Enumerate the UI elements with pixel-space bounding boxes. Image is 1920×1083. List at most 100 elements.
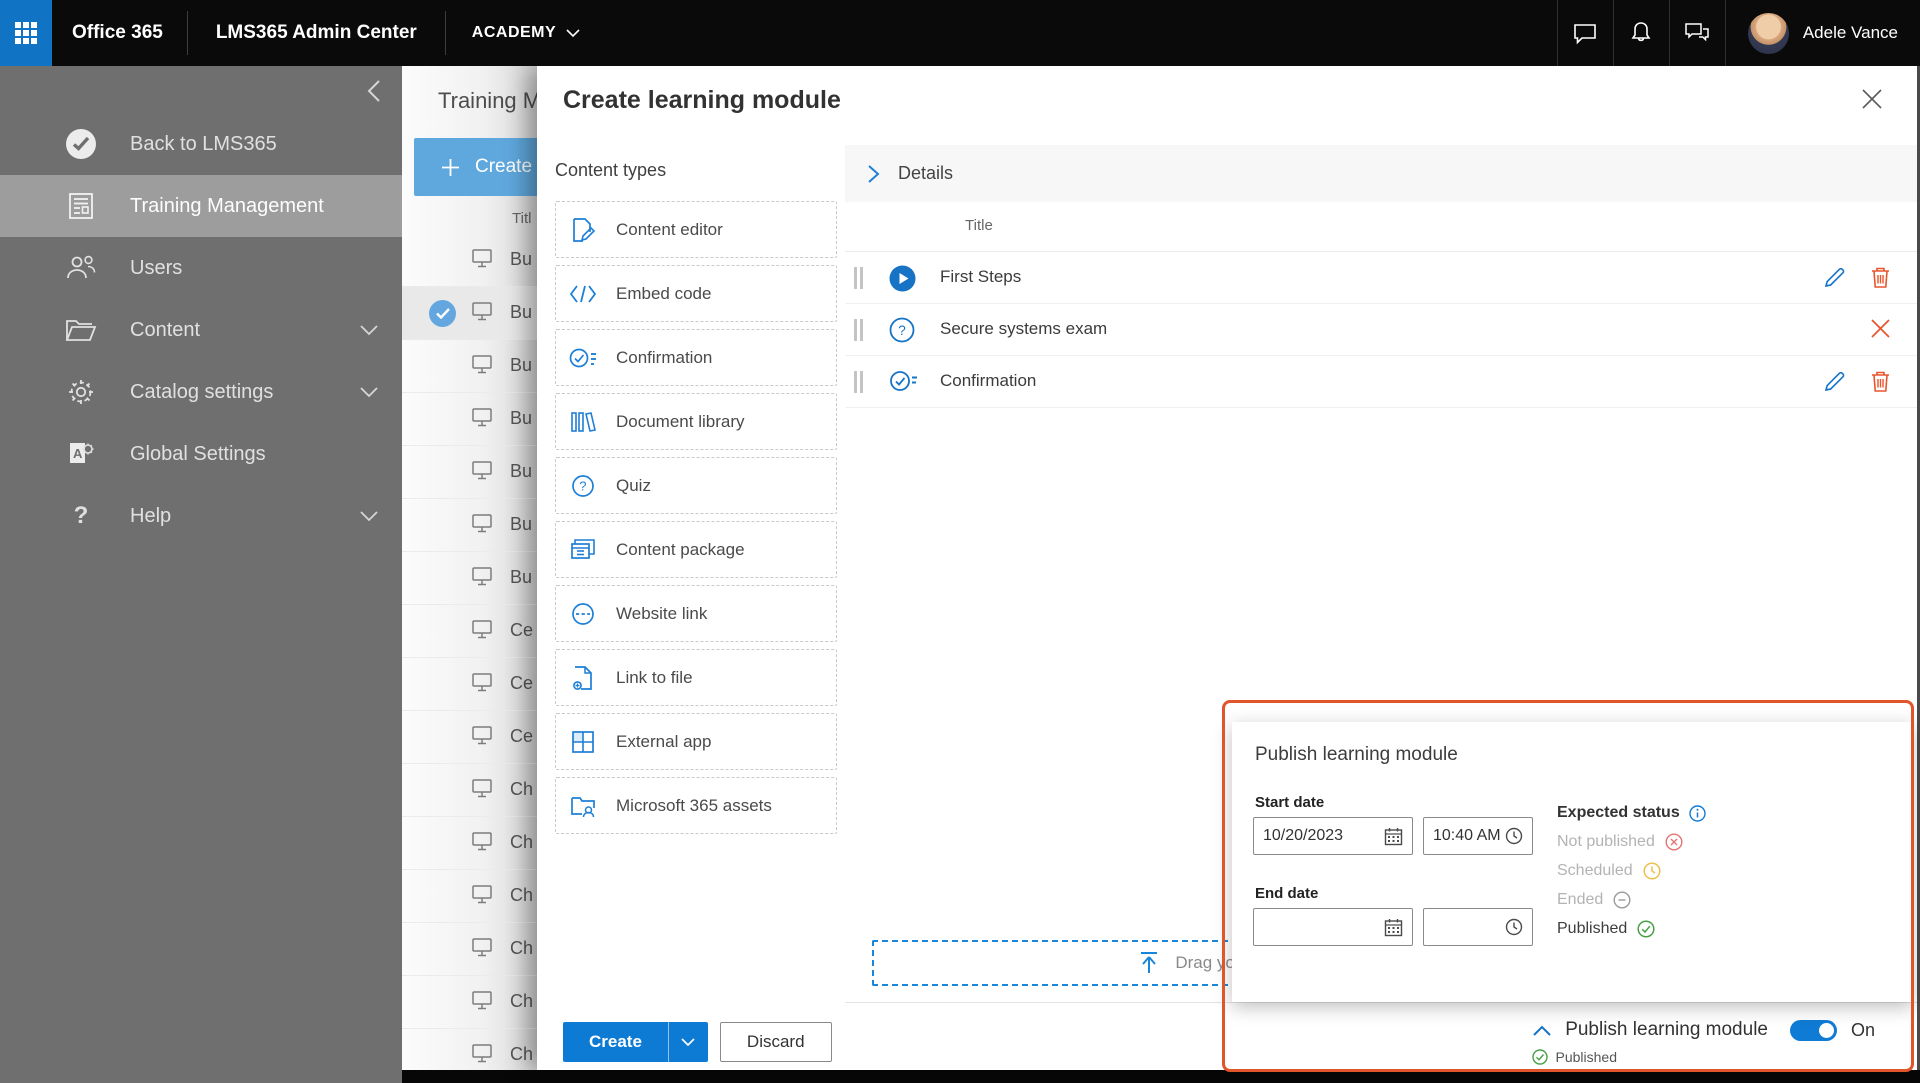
table-row[interactable]: Ch (402, 976, 537, 1029)
content-type-m365-assets[interactable]: Microsoft 365 assets (555, 777, 837, 834)
embed-code-icon (569, 284, 597, 304)
status-ended: Ended (1557, 891, 1706, 909)
edit-icon[interactable] (1823, 266, 1846, 289)
user-menu[interactable]: Adele Vance (1724, 0, 1920, 66)
table-row[interactable]: Bu (402, 499, 537, 552)
drag-handle[interactable] (854, 371, 863, 393)
toggle-state-label: On (1850, 1019, 1875, 1040)
publish-toggle[interactable] (1789, 1019, 1837, 1041)
page-title: Training M (438, 88, 537, 113)
table-row[interactable]: Bu (402, 234, 537, 287)
module-item-row[interactable]: First Steps (845, 252, 1917, 304)
delete-icon[interactable] (1870, 266, 1891, 289)
content-type-content-package[interactable]: Content package (555, 521, 837, 578)
sidebar-item-help[interactable]: ? Help (0, 485, 402, 547)
table-row[interactable]: Ch (402, 764, 537, 817)
content-type-quiz[interactable]: ? Quiz (555, 457, 837, 514)
office365-home-link[interactable]: Office 365 (52, 22, 187, 44)
content-type-confirmation[interactable]: Confirmation (555, 329, 837, 386)
publish-learning-module-card: Publish learning module Start date 10/20… (1232, 722, 1913, 1002)
start-time-input[interactable]: 10:40 AM (1423, 817, 1533, 855)
sidebar-collapse-button[interactable] (364, 78, 384, 104)
create-training-button[interactable]: Create tra (414, 138, 537, 196)
create-split-button[interactable]: Create (563, 1022, 708, 1062)
notifications-button[interactable] (1612, 0, 1669, 66)
table-row[interactable]: Bu (402, 340, 537, 393)
row-actions (1823, 370, 1891, 393)
tenant-dropdown[interactable]: ACADEMY (446, 24, 592, 42)
published-status: Published (1531, 1049, 1617, 1065)
app-launcher-button[interactable] (0, 0, 52, 66)
content-type-document-library[interactable]: Document library (555, 393, 837, 450)
table-row[interactable]: Ch (402, 817, 537, 870)
table-row[interactable]: Ch (402, 923, 537, 976)
feedback-button[interactable] (1668, 0, 1725, 66)
table-row-selected[interactable]: Bu (402, 287, 537, 340)
confirmation-check-icon (889, 369, 917, 393)
remove-x-icon[interactable] (1870, 318, 1891, 339)
monitor-icon (472, 1044, 492, 1063)
table-row[interactable]: Bu (402, 393, 537, 446)
calendar-icon[interactable] (1384, 827, 1403, 846)
discard-button[interactable]: Discard (719, 1022, 832, 1062)
create-dropdown-button[interactable] (667, 1022, 708, 1062)
content-types-list: Content editor Embed code Confirmation D… (555, 201, 837, 834)
table-row[interactable]: Ce (402, 711, 537, 764)
sidebar-item-global-settings[interactable]: A Global Settings (0, 423, 402, 485)
chat-button[interactable] (1556, 0, 1613, 66)
start-date-label: Start date (1255, 794, 1325, 811)
module-item-title: Secure systems exam (940, 319, 1108, 338)
content-type-link-to-file[interactable]: Link to file (555, 649, 837, 706)
sidebar-item-catalog-settings[interactable]: Catalog settings (0, 361, 402, 423)
end-date-input[interactable] (1253, 908, 1413, 946)
clock-icon[interactable] (1505, 827, 1523, 845)
content-type-embed-code[interactable]: Embed code (555, 265, 837, 322)
create-button[interactable]: Create (563, 1022, 668, 1062)
module-item-title: First Steps (940, 267, 1022, 286)
drag-handle[interactable] (854, 267, 863, 289)
table-row[interactable]: Ch (402, 1029, 537, 1070)
content-type-website-link[interactable]: Website link (555, 585, 837, 642)
sidebar-item-label: Content (130, 318, 201, 341)
sidebar-item-label: Users (130, 256, 183, 279)
details-table-header: Title (845, 202, 1917, 252)
modal-title: Create learning module (563, 86, 841, 114)
info-icon[interactable] (1689, 804, 1706, 822)
table-row[interactable]: Ce (402, 605, 537, 658)
sidebar-nav: Back to LMS365 Training Management Users… (0, 113, 402, 547)
chevron-down-icon (360, 510, 378, 522)
sidebar-item-back-to-lms365[interactable]: Back to LMS365 (0, 113, 402, 175)
svg-text:?: ? (579, 478, 586, 493)
edit-icon[interactable] (1823, 370, 1846, 393)
monitor-icon (472, 779, 492, 798)
folder-icon (62, 317, 100, 343)
drag-handle[interactable] (854, 319, 863, 341)
table-row[interactable]: Ce (402, 658, 537, 711)
sidebar-item-content[interactable]: Content (0, 299, 402, 361)
video-play-icon (889, 265, 916, 292)
sidebar-item-training-management[interactable]: Training Management (0, 175, 402, 237)
users-icon (62, 254, 100, 282)
details-section-toggle[interactable]: Details (845, 145, 1917, 202)
end-time-input[interactable] (1423, 908, 1533, 946)
module-item-row[interactable]: ? Secure systems exam (845, 304, 1917, 356)
chevron-up-icon[interactable] (1533, 1025, 1551, 1036)
content-type-external-app[interactable]: External app (555, 713, 837, 770)
table-row[interactable]: Bu (402, 552, 537, 605)
close-icon[interactable] (1861, 88, 1883, 110)
sidebar-item-users[interactable]: Users (0, 237, 402, 299)
content-type-content-editor[interactable]: Content editor (555, 201, 837, 258)
clock-icon[interactable] (1505, 918, 1523, 936)
table-row[interactable]: Ch (402, 870, 537, 923)
chevron-right-icon (867, 164, 880, 184)
admin-center-title[interactable]: LMS365 Admin Center (188, 22, 445, 44)
monitor-icon (472, 408, 492, 427)
delete-icon[interactable] (1870, 370, 1891, 393)
monitor-icon (472, 355, 492, 374)
start-date-input[interactable]: 10/20/2023 (1253, 817, 1413, 855)
module-item-row[interactable]: Confirmation (845, 356, 1917, 408)
monitor-icon (472, 673, 492, 692)
table-row[interactable]: Bu (402, 446, 537, 499)
calendar-icon[interactable] (1384, 918, 1403, 937)
top-bar: Office 365 LMS365 Admin Center ACADEMY A… (0, 0, 1920, 66)
